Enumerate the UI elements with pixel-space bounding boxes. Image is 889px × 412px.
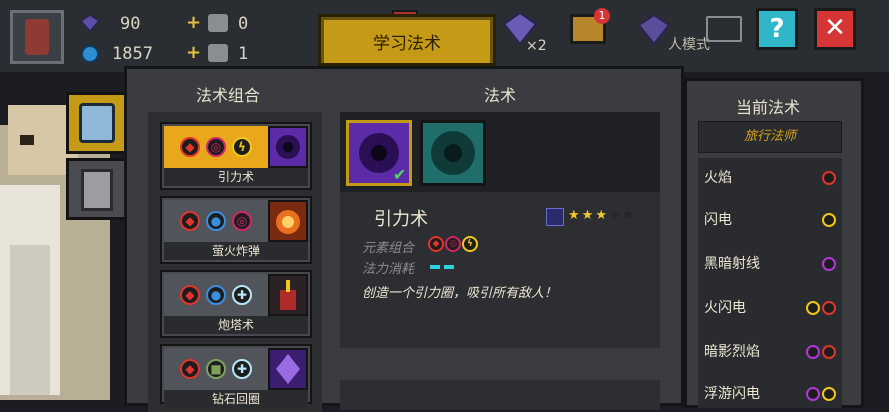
tab-spellbook[interactable] [66,92,128,154]
water-element-icon: ● [206,285,226,305]
mana-pip-icon [430,265,440,269]
current-spells-heading: 当前法术 [736,98,801,117]
lower-detail-box [340,380,660,410]
check-icon: ✔ [393,165,407,184]
current-spell-list [698,158,842,408]
spell-description: 创造一个引力圈，吸引所有敌人！ [362,286,558,301]
combo-heading: 法术组合 [196,86,261,105]
mana-pip-icon [444,265,454,269]
energy-icon [80,44,100,68]
combo-elements: ◆ ◎ ϟ [164,126,268,168]
turret-thumb [268,274,308,316]
current-spell-fire[interactable]: 火焰 [704,167,842,191]
current-spell-dark-ray[interactable]: 黑暗射线 [704,253,842,277]
scroll-icon [81,169,113,211]
cart-icon[interactable] [706,16,742,42]
material-icon [208,14,228,32]
star-empty-icon: ★ [608,208,621,223]
rarity-icon [546,208,564,226]
dark-element-icon: ◎ [232,211,252,231]
current-spell-shadow-flame[interactable]: 暗影烈焰 [704,341,842,365]
spell-heading: 法术 [484,86,517,105]
fire-element-icon [822,171,836,185]
fire-element-icon: ◆ [180,285,200,305]
combo-elements: ◆ ■ ✚ [164,348,268,390]
current-spell-fire-lightning[interactable]: 火闪电 [704,297,842,321]
star-icon: ★ [568,208,580,223]
ice-element-icon: ✚ [232,285,252,305]
spell-card-label: 引力术 [164,168,308,186]
detail-combo-elements: ◆ ◎ ϟ [428,236,478,252]
current-spell-floating-lightning[interactable]: 浮游闪电 [704,383,842,407]
rarity-stars: ★ ★ ★ ★ ★ [568,208,634,223]
spell-card-firefly-bomb[interactable]: ◆ ● ◎ 萤火炸弹 [160,196,312,264]
material2-icon [208,44,228,62]
fire-element-icon [822,345,836,359]
chest-badge: 1 [594,8,610,24]
light-element-icon [822,387,836,401]
fire-element-icon: ◆ [180,137,200,157]
spellbook-icon [79,103,115,143]
spell-card-label: 炮塔术 [164,316,308,334]
star-empty-icon: ★ [622,208,635,223]
selected-spell-preview[interactable]: ✔ [346,120,412,186]
current-spell-name: 火闪电 [704,300,746,316]
star-icon: ★ [595,208,607,223]
light-element-icon [806,301,820,315]
gravity-spell-thumb [268,126,308,168]
spell-card-turret[interactable]: ◆ ● ✚ 炮塔术 [160,270,312,338]
gem-multiplier: ×2 [526,38,547,54]
fire-element-icon: ◆ [180,359,200,379]
water-element-icon: ● [206,211,226,231]
current-spell-name: 暗影烈焰 [704,344,760,360]
page-title: 学习法术 [324,20,490,63]
slot1-count: 0 [238,14,249,34]
spell-card-label: 钻石回圈 [164,390,308,408]
mode-label: 人模式 [668,37,710,53]
light-element-icon [822,213,836,227]
vortex-spell-preview[interactable] [420,120,486,186]
star-icon: ★ [581,208,594,223]
energy-count: 1857 [112,44,153,64]
help-button[interactable]: ? [756,8,798,50]
current-spell-name: 火焰 [704,170,732,186]
firefly-bomb-thumb [268,200,308,242]
dark-element-icon [806,345,820,359]
combo-label: 元素组合 [362,241,415,256]
title-tab: 学习法术 [318,14,496,66]
close-button[interactable]: ✕ [814,8,856,50]
gem-icon [79,14,101,36]
light-element-icon: ϟ [462,236,478,252]
multiplayer-gem-icon[interactable] [636,12,672,52]
dark-element-icon [806,387,820,401]
combo-elements: ◆ ● ◎ [164,200,268,242]
fire-element-icon: ◆ [428,236,444,252]
dark-element-icon [822,257,836,271]
current-spell-name: 闪电 [704,212,732,228]
gem-count: 90 [120,14,141,34]
class-name: 旅行法师 [698,121,842,153]
dark-element-icon: ◎ [445,236,461,252]
dark-element-icon: ◎ [206,137,226,157]
current-spell-lightning[interactable]: 闪电 [704,209,842,233]
fire-element-icon [822,301,836,315]
combo-elements: ◆ ● ✚ [164,274,268,316]
diamond-loop-thumb [268,348,308,390]
player-avatar[interactable] [10,10,64,64]
ice-element-icon: ✚ [232,359,252,379]
spell-card-gravity[interactable]: ◆ ◎ ϟ 引力术 [160,122,312,190]
light-element-icon: ϟ [232,137,252,157]
spell-card-label: 萤火炸弹 [164,242,308,260]
mana-cost-label: 法力消耗 [362,262,415,277]
add-slot2-icon[interactable]: + [186,42,201,63]
slot2-count: 1 [238,44,249,64]
spell-name: 引力术 [374,209,428,230]
fire-element-icon: ◆ [180,211,200,231]
add-slot1-icon[interactable]: + [186,12,201,33]
tab-scroll[interactable] [66,158,128,220]
current-spell-name: 黑暗射线 [704,256,760,272]
earth-element-icon: ■ [206,359,226,379]
spell-card-diamond-loop[interactable]: ◆ ■ ✚ 钻石回圈 [160,344,312,408]
